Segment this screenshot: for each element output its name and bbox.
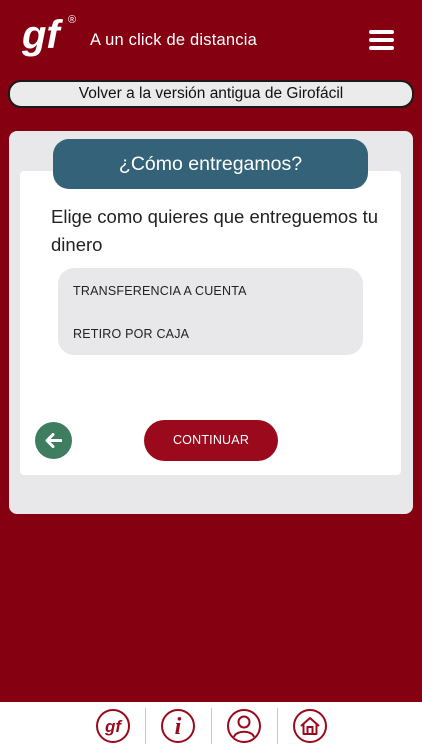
girofacil-logo[interactable]: gf ® [22,14,80,66]
section-title: ¿Cómo entregamos? [53,139,368,189]
nav-profile[interactable] [226,708,262,744]
arrow-left-icon [45,433,62,448]
nav-home[interactable] [292,708,328,744]
delivery-options-list: TRANSFERENCIA A CUENTA RETIRO POR CAJA [58,268,363,355]
menu-bar [369,46,394,50]
option-cash-pickup[interactable]: RETIRO POR CAJA [73,327,189,341]
info-icon: i [161,709,195,743]
svg-text:i: i [175,714,182,740]
nav-divider [211,708,212,744]
nav-divider [277,708,278,744]
home-icon [293,709,327,743]
menu-bar [369,38,394,42]
nav-divider [145,708,146,744]
app-header: gf ® A un click de distancia [0,0,422,80]
hamburger-icon[interactable] [369,30,394,50]
logo-text: gf [22,14,63,57]
menu-bar [369,30,394,34]
bottom-nav: gf i [0,702,422,750]
delivery-card: Elige como quieres que entreguemos tu di… [9,131,413,514]
gf-logo-icon: gf [96,709,130,743]
delivery-panel: Elige como quieres que entreguemos tu di… [20,171,401,475]
delivery-question: Elige como quieres que entreguemos tu di… [51,206,379,255]
svg-text:gf: gf [104,717,123,736]
continue-button[interactable]: CONTINUAR [144,420,278,461]
app-tagline: A un click de distancia [90,31,257,49]
option-transfer-to-account[interactable]: TRANSFERENCIA A CUENTA [73,284,247,298]
user-icon [227,709,261,743]
nav-info[interactable]: i [160,708,196,744]
nav-gf-logo[interactable]: gf [95,708,131,744]
legacy-version-button[interactable]: Volver a la versión antigua de Girofácil [8,80,414,108]
logo-registered-mark: ® [68,14,76,26]
back-button[interactable] [35,422,72,459]
